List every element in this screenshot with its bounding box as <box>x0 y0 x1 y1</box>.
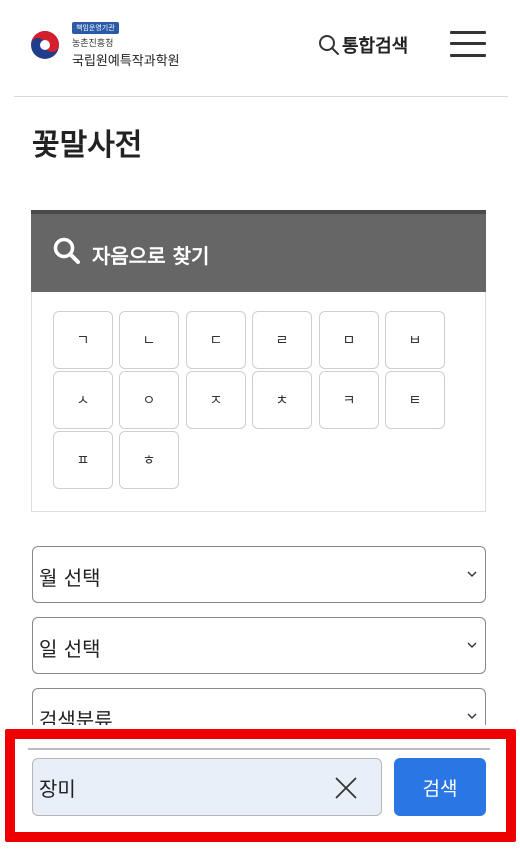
consonant-button[interactable]: ㅍ <box>53 431 113 489</box>
integrated-search-link[interactable]: 통합검색 <box>318 31 408 59</box>
consonant-button[interactable]: ㄱ <box>53 311 113 369</box>
logo-institute-name: 국립원예특작과학원 <box>72 54 180 69</box>
consonant-button[interactable]: ㅊ <box>252 371 312 429</box>
consonant-button[interactable]: ㅁ <box>319 311 379 369</box>
consonant-button[interactable]: ㅋ <box>319 371 379 429</box>
search-button[interactable]: 검색 <box>394 758 486 816</box>
day-select[interactable]: 일 선택 <box>32 617 486 674</box>
site-header: 책임운영기관 농촌진흥청 국립원예특작과학원 통합검색 <box>0 0 520 97</box>
search-input[interactable] <box>33 759 333 815</box>
header-divider <box>14 96 508 97</box>
consonant-button[interactable]: ㅂ <box>385 311 445 369</box>
consonant-panel-header: 자음으로 찾기 <box>31 210 486 292</box>
consonant-button[interactable]: ㅇ <box>119 371 179 429</box>
page-title: 꽃말사전 <box>32 128 143 163</box>
month-select[interactable]: 월 선택 <box>32 546 486 603</box>
integrated-search-label: 통합검색 <box>342 36 409 57</box>
government-emblem-icon <box>31 31 59 59</box>
search-icon <box>53 237 80 264</box>
consonant-panel-heading: 자음으로 찾기 <box>92 244 210 268</box>
day-select-value: 일 선택 <box>39 637 101 661</box>
chevron-down-icon <box>467 571 477 577</box>
month-select-value: 월 선택 <box>39 566 101 590</box>
search-icon <box>319 35 339 55</box>
chevron-down-icon <box>467 642 477 648</box>
consonant-button[interactable]: ㅎ <box>119 431 179 489</box>
search-field <box>32 758 382 816</box>
hamburger-menu-icon[interactable] <box>450 30 486 58</box>
consonant-button[interactable]: ㄷ <box>186 311 246 369</box>
close-icon[interactable] <box>333 775 359 801</box>
consonant-button[interactable]: ㄴ <box>119 311 179 369</box>
consonant-button[interactable]: ㅈ <box>186 371 246 429</box>
logo-badge: 책임운영기관 <box>72 22 119 34</box>
consonant-search-panel: 자음으로 찾기 ㄱ ㄴ ㄷ ㄹ ㅁ ㅂ ㅅ ㅇ ㅈ ㅊ ㅋ ㅌ ㅍ ㅎ <box>31 210 486 512</box>
consonant-button[interactable]: ㅌ <box>385 371 445 429</box>
logo-agency-name: 농촌진흥청 <box>72 39 114 49</box>
consonant-button[interactable]: ㄹ <box>252 311 312 369</box>
site-logo[interactable]: 책임운영기관 농촌진흥청 국립원예특작과학원 <box>30 22 230 72</box>
consonant-button[interactable]: ㅅ <box>53 371 113 429</box>
search-bar-divider <box>28 748 490 750</box>
chevron-down-icon <box>467 713 477 719</box>
